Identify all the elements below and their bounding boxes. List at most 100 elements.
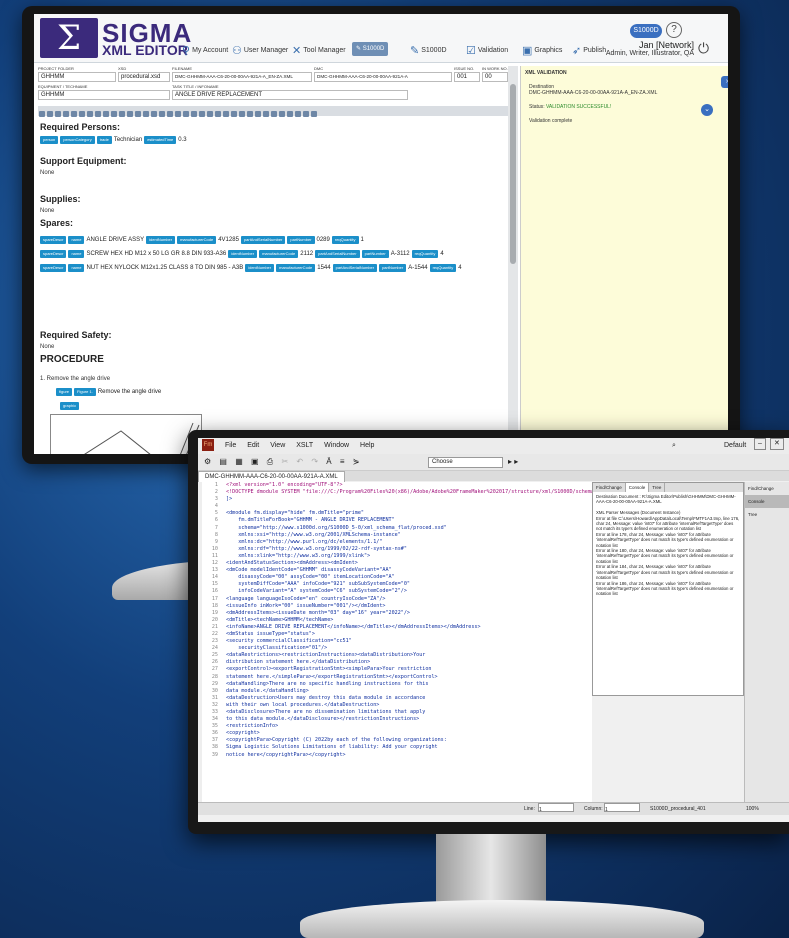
- toolbar-button[interactable]: [159, 111, 165, 117]
- play-icon[interactable]: ▸ ▸: [508, 454, 518, 470]
- toolbar-button[interactable]: [191, 111, 197, 117]
- code-line[interactable]: 37 <copyrightPara>Copyright (C) 2022by ea…: [198, 737, 592, 744]
- workspace-select[interactable]: Default: [724, 438, 746, 454]
- tag-part-and-serial[interactable]: partAndSerialNumber: [315, 250, 360, 258]
- code-line[interactable]: 28 statement here.</simplePara></exportRe…: [198, 674, 592, 681]
- code-line[interactable]: 29 <dataHandling>There are no specific ha…: [198, 681, 592, 688]
- toolbar-button[interactable]: [119, 111, 125, 117]
- code-line[interactable]: 24 securityClassification="01"/>: [198, 645, 592, 652]
- toolbar-button[interactable]: [303, 111, 309, 117]
- toolbar-button[interactable]: [223, 111, 229, 117]
- toolbar-button[interactable]: [255, 111, 261, 117]
- code-line[interactable]: 16 infoCodeVariant="A" systemCode="C6" s…: [198, 588, 592, 595]
- s1000d-pill[interactable]: S1000D: [630, 24, 662, 38]
- toolbar-button[interactable]: [143, 111, 149, 117]
- code-line[interactable]: 34 to this data module.</dataDisclosure><…: [198, 716, 592, 723]
- tag-spare-descr[interactable]: spareDescr: [40, 264, 67, 272]
- document-scrollbar[interactable]: [508, 66, 518, 454]
- help-icon[interactable]: ?: [666, 22, 682, 38]
- tag-spare-descr[interactable]: spareDescr: [40, 250, 67, 258]
- open-icon[interactable]: ▦: [235, 457, 243, 466]
- code-line[interactable]: 31 <dataDestruction>Users may destroy thi…: [198, 695, 592, 702]
- tag-trade[interactable]: trade: [96, 136, 112, 144]
- toolbar-button[interactable]: [55, 111, 61, 117]
- tag-part-and-serial[interactable]: partAndSerialNumber: [240, 236, 286, 244]
- code-line[interactable]: 38 Sigma Logistic Solutions Limitations o…: [198, 744, 592, 751]
- tag-name[interactable]: name: [68, 250, 85, 258]
- align-icon[interactable]: ≡: [340, 457, 345, 466]
- minimize-button[interactable]: –: [754, 438, 766, 450]
- tag-ident-number[interactable]: identNumber: [245, 264, 275, 272]
- tag-person-category[interactable]: personCategory: [60, 136, 95, 144]
- menu-file[interactable]: File: [225, 442, 236, 449]
- code-line[interactable]: 7 schema="http://www.s1000d.org/S1000D_5…: [198, 525, 592, 532]
- toolbar-button[interactable]: [151, 111, 157, 117]
- save-icon[interactable]: ▣: [251, 457, 259, 466]
- code-line[interactable]: 13 <dmCode modelIdentCode="GHHMM" disassy…: [198, 567, 592, 574]
- tag-part-number[interactable]: partNumber: [287, 236, 315, 244]
- code-line[interactable]: 10 xmlns:rdf="http://www.w3.org/1999/02/…: [198, 546, 592, 553]
- xsd-field[interactable]: procedural.xsd: [118, 72, 170, 82]
- dock-tree[interactable]: Tree: [745, 508, 789, 521]
- code-line[interactable]: 25 <dataRestrictions><restrictionInstruct…: [198, 652, 592, 659]
- code-line[interactable]: 17 <language languageIsoCode="en" country…: [198, 596, 592, 603]
- toolbar-button[interactable]: [263, 111, 269, 117]
- code-line[interactable]: 23 <security commercialClassification="cc…: [198, 638, 592, 645]
- toolbar-button[interactable]: [175, 111, 181, 117]
- code-line[interactable]: 27 <exportControl><exportRegistrationStmt…: [198, 666, 592, 673]
- choose-dropdown[interactable]: Choose: [428, 457, 503, 468]
- menu-help[interactable]: Help: [360, 442, 374, 449]
- cut-icon[interactable]: ✂: [281, 457, 288, 466]
- code-line[interactable]: 4: [198, 503, 592, 510]
- code-line[interactable]: 11 xmlns:xlink="http://www.w3.org/1999/x…: [198, 553, 592, 560]
- print-icon[interactable]: ⎙: [267, 457, 273, 466]
- tag-person[interactable]: person: [40, 136, 59, 144]
- code-line[interactable]: 6 fm.dmTitleForBook="GHHMM - ANGLE DRIVE…: [198, 517, 592, 524]
- menu-xslt[interactable]: XSLT: [296, 442, 313, 449]
- code-line[interactable]: 12 <identAndStatusSection><dmAddress><dmI…: [198, 560, 592, 567]
- column-field[interactable]: 1: [604, 803, 640, 813]
- code-line[interactable]: 2 <!DOCTYPE dmodule SYSTEM "file:///C:/Pr…: [198, 489, 592, 496]
- code-line[interactable]: 18 <issueInfo inWork="00" issueNumber="00…: [198, 603, 592, 610]
- toolbar-button[interactable]: [63, 111, 69, 117]
- code-line[interactable]: 8 xmlns:xsi="http://www.w3.org/2001/XMLS…: [198, 532, 592, 539]
- code-line[interactable]: 19 <dmAddressItems><issueDate month="03" …: [198, 610, 592, 617]
- code-line[interactable]: 36 <copyright>: [198, 730, 592, 737]
- nav-tool-manager[interactable]: ✕ Tool Manager: [292, 44, 346, 57]
- undo-icon[interactable]: ↶: [296, 457, 303, 466]
- toolbar-button[interactable]: [79, 111, 85, 117]
- tag-name[interactable]: name: [68, 264, 85, 272]
- dock-console[interactable]: Console: [745, 495, 789, 508]
- tag-spare-descr[interactable]: spareDescr: [40, 236, 67, 244]
- chevron-down-icon[interactable]: ⌄: [701, 104, 713, 116]
- toolbar-button[interactable]: [47, 111, 53, 117]
- toolbar-button[interactable]: [239, 111, 245, 117]
- tag-part-and-serial[interactable]: partAndSerialNumber: [332, 264, 378, 272]
- code-line[interactable]: 9 xmlns:dc="http://www.purl.org/dc/eleme…: [198, 539, 592, 546]
- nav-graphics[interactable]: ▣ Graphics: [522, 44, 562, 57]
- new-icon[interactable]: ▤: [219, 457, 227, 466]
- panel-tab-tree[interactable]: Tree: [649, 483, 666, 492]
- code-line[interactable]: 39 notice here</copyrightPara></copyright…: [198, 752, 592, 759]
- spell-icon[interactable]: Ä: [326, 457, 331, 466]
- code-line[interactable]: 21 <infoName>ANGLE DRIVE REPLACEMENT</inf…: [198, 624, 592, 631]
- nav-s1000d-1[interactable]: ✎ S1000D: [352, 42, 389, 56]
- tag-req-quantity[interactable]: reqQuantity: [331, 236, 359, 244]
- toolbar-button[interactable]: [103, 111, 109, 117]
- toolbar-button[interactable]: [279, 111, 285, 117]
- tag-part-number[interactable]: partNumber: [361, 250, 389, 258]
- menu-edit[interactable]: Edit: [247, 442, 259, 449]
- tag-graphic[interactable]: graphic: [60, 402, 80, 410]
- document-canvas[interactable]: Required Persons: person personCategory tr…: [38, 118, 506, 454]
- code-line[interactable]: 22 <dmStatus issueType="status">: [198, 631, 592, 638]
- toolbar-button[interactable]: [111, 111, 117, 117]
- panel-tab-console[interactable]: Console: [625, 483, 650, 492]
- xml-code-view[interactable]: 1 <?xml version="1.0" encoding="UTF-8"?> 2…: [198, 482, 592, 802]
- code-line[interactable]: 3]>: [198, 496, 592, 503]
- code-line[interactable]: 30 data module.</dataHandling>: [198, 688, 592, 695]
- toolbar-button[interactable]: [231, 111, 237, 117]
- search-icon[interactable]: ⌕: [672, 438, 676, 454]
- panel-tab-find[interactable]: Find/Change: [593, 483, 626, 492]
- toolbar-button[interactable]: [311, 111, 317, 117]
- toolbar-button[interactable]: [71, 111, 77, 117]
